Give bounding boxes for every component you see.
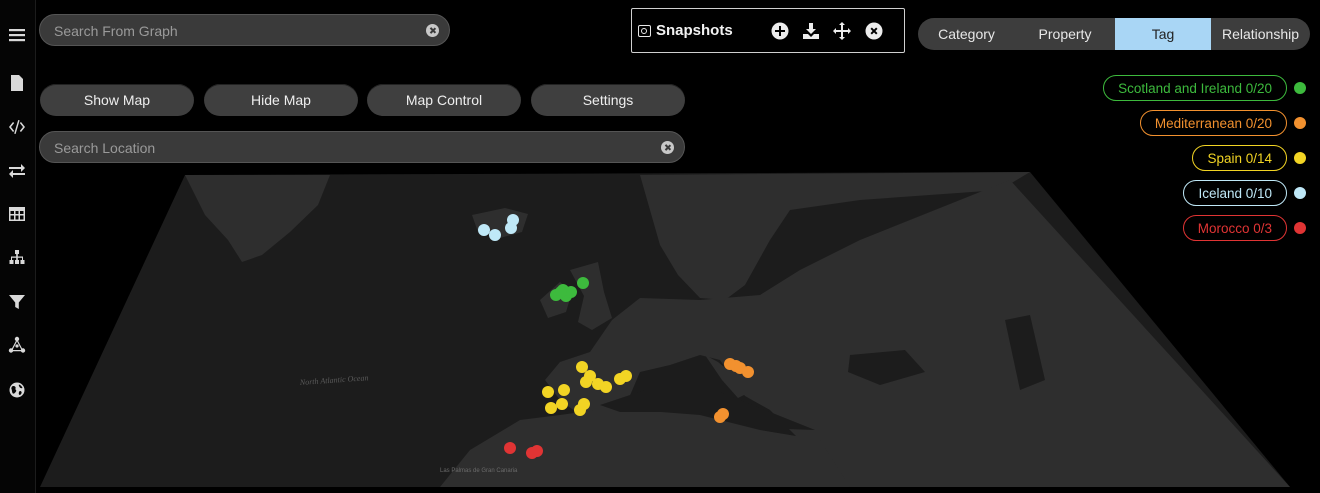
legend-dot <box>1294 152 1306 164</box>
table-icon[interactable] <box>0 199 34 229</box>
add-icon[interactable] <box>769 20 791 42</box>
globe-icon[interactable] <box>0 375 34 405</box>
land <box>185 172 1290 487</box>
legend-label: Mediterranean 0/20 <box>1139 110 1287 136</box>
snapshots-panel: Snapshots <box>631 8 905 53</box>
map-marker[interactable] <box>576 361 588 373</box>
document-icon[interactable] <box>0 68 34 98</box>
legend-dot <box>1294 187 1306 199</box>
tab-category[interactable]: Category <box>918 18 1015 50</box>
map-marker[interactable] <box>578 398 590 410</box>
hide-map-button[interactable]: Hide Map <box>204 84 358 116</box>
tab-relationship[interactable]: Relationship <box>1211 18 1310 50</box>
graph-search-box <box>39 14 450 46</box>
map-marker[interactable] <box>531 445 543 457</box>
legend-item[interactable]: Mediterranean 0/20 <box>1139 110 1306 136</box>
map-control-button[interactable]: Map Control <box>367 84 521 116</box>
location-search-box <box>39 131 685 163</box>
graph-search-input[interactable] <box>54 21 419 41</box>
ocean-label: North Atlantic Ocean <box>299 373 369 387</box>
map-marker[interactable] <box>545 402 557 414</box>
filter-icon[interactable] <box>0 287 34 317</box>
map-app: North Atlantic Ocean Las Palmas de Gran … <box>0 0 1320 493</box>
map-marker[interactable] <box>542 386 554 398</box>
map-marker[interactable] <box>577 277 589 289</box>
map-marker[interactable] <box>742 366 754 378</box>
menu-icon[interactable] <box>0 20 34 50</box>
map-marker[interactable] <box>717 408 729 420</box>
legend-item[interactable]: Spain 0/14 <box>1192 145 1306 171</box>
clear-icon[interactable] <box>661 141 674 154</box>
location-search-input[interactable] <box>54 138 654 158</box>
swap-icon[interactable] <box>0 156 34 186</box>
left-rail <box>0 0 36 493</box>
map-marker[interactable] <box>504 442 516 454</box>
legend-item[interactable]: Iceland 0/10 <box>1183 180 1306 206</box>
tab-tag[interactable]: Tag <box>1115 18 1211 50</box>
legend-label: Morocco 0/3 <box>1182 215 1287 241</box>
map-marker[interactable] <box>600 381 612 393</box>
legend-label: Spain 0/14 <box>1192 145 1287 171</box>
map-marker[interactable] <box>507 214 519 226</box>
map-marker[interactable] <box>489 229 501 241</box>
legend-item[interactable]: Morocco 0/3 <box>1182 215 1306 241</box>
map-markers <box>478 214 754 459</box>
map-view[interactable]: North Atlantic Ocean Las Palmas de Gran … <box>0 0 1320 493</box>
legend-dot <box>1294 222 1306 234</box>
legend-label: Scotland and Ireland 0/20 <box>1103 75 1287 101</box>
legend-dot <box>1294 82 1306 94</box>
network-icon[interactable] <box>0 330 34 360</box>
clear-icon[interactable] <box>426 24 439 37</box>
legend-label: Iceland 0/10 <box>1183 180 1287 206</box>
map-marker[interactable] <box>558 384 570 396</box>
snapshot-icon <box>638 25 651 37</box>
map-marker[interactable] <box>556 398 568 410</box>
map-marker[interactable] <box>620 370 632 382</box>
map-plane <box>40 172 1290 487</box>
map-marker[interactable] <box>478 224 490 236</box>
map-marker[interactable] <box>580 376 592 388</box>
legend-dot <box>1294 117 1306 129</box>
view-tabs: Category Property Tag Relationship <box>918 18 1310 50</box>
tab-property[interactable]: Property <box>1015 18 1115 50</box>
download-icon[interactable] <box>800 20 822 42</box>
close-icon[interactable] <box>863 20 885 42</box>
legend-item[interactable]: Scotland and Ireland 0/20 <box>1103 75 1306 101</box>
snapshots-title: Snapshots <box>656 22 733 39</box>
island-label: Las Palmas de Gran Canaria <box>440 468 518 474</box>
map-marker[interactable] <box>555 286 567 298</box>
hierarchy-icon[interactable] <box>0 243 34 273</box>
settings-button[interactable]: Settings <box>531 84 685 116</box>
code-icon[interactable] <box>0 112 34 142</box>
move-icon[interactable] <box>831 20 853 42</box>
show-map-button[interactable]: Show Map <box>40 84 194 116</box>
